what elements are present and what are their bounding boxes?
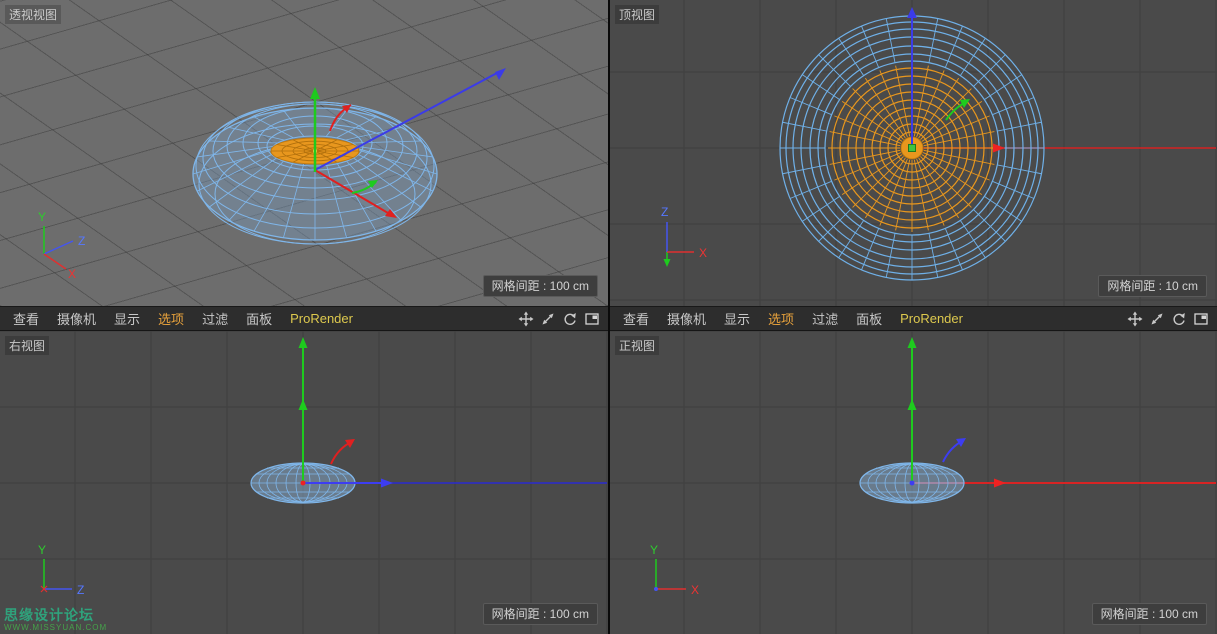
axis-label-x: X: [691, 583, 699, 597]
object-center-handle[interactable]: [910, 481, 915, 486]
zoom-icon[interactable]: [1149, 311, 1165, 327]
viewport-menubar-right: 查看 摄像机 显示 选项 过滤 面板 ProRender: [610, 306, 1217, 331]
menu-item-prorender[interactable]: ProRender: [891, 311, 972, 326]
menu-item-display[interactable]: 显示: [105, 309, 149, 328]
pan-icon[interactable]: [518, 311, 534, 327]
axis-gizmo: Y Z: [38, 543, 84, 597]
menu-item-camera[interactable]: 摄像机: [658, 309, 715, 328]
axis-label-z: Z: [661, 205, 668, 219]
rotate-icon[interactable]: [1171, 311, 1187, 327]
menu-item-options[interactable]: 选项: [759, 309, 803, 328]
grid-spacing-badge: 网格间距 : 100 cm: [483, 603, 598, 625]
viewport-perspective[interactable]: 透视视图 Y Z X: [0, 0, 608, 306]
rotate-icon[interactable]: [562, 311, 578, 327]
viewport-menubar-left: 查看 摄像机 显示 选项 过滤 面板 ProRender: [0, 306, 608, 331]
watermark: 思缘设计论坛 WWW.MISSYUAN.COM: [4, 607, 107, 632]
axis-label-x: X: [68, 267, 76, 281]
front-canvas[interactable]: Y X: [610, 331, 1217, 634]
grid-spacing-badge: 网格间距 : 100 cm: [483, 275, 598, 297]
menu-item-prorender[interactable]: ProRender: [281, 311, 362, 326]
menu-item-view[interactable]: 查看: [614, 309, 658, 328]
menu-item-view[interactable]: 查看: [4, 309, 48, 328]
perspective-canvas[interactable]: Y Z X: [0, 0, 608, 306]
grid-spacing-badge: 网格间距 : 10 cm: [1098, 275, 1207, 297]
axis-label-x: X: [699, 246, 707, 260]
menu-item-filter[interactable]: 过滤: [193, 309, 237, 328]
axis-label-z: Z: [77, 583, 84, 597]
viewport-toggle-icon[interactable]: [1193, 311, 1209, 327]
viewport-top[interactable]: 顶视图 Z X 网格间距 : 10 cm: [610, 0, 1217, 306]
axis-label-y: Y: [650, 543, 658, 557]
axis-label-y: Y: [38, 210, 46, 224]
viewport-toggle-icon[interactable]: [584, 311, 600, 327]
menu-item-display[interactable]: 显示: [715, 309, 759, 328]
menu-item-panel[interactable]: 面板: [237, 309, 281, 328]
viewport-tool-icons: [1127, 311, 1217, 327]
grid-spacing-badge: 网格间距 : 100 cm: [1092, 603, 1207, 625]
axis-label-y: Y: [38, 543, 46, 557]
menu-item-panel[interactable]: 面板: [847, 309, 891, 328]
menu-item-camera[interactable]: 摄像机: [48, 309, 105, 328]
axis-label-z: Z: [78, 234, 85, 248]
viewport-label: 右视图: [5, 336, 49, 355]
menu-item-options[interactable]: 选项: [149, 309, 193, 328]
axis-gizmo: Y Z X: [38, 210, 85, 281]
viewport-label: 正视图: [615, 336, 659, 355]
viewport-tool-icons: [518, 311, 608, 327]
object-center-handle[interactable]: [909, 145, 916, 152]
viewport-label: 顶视图: [615, 5, 659, 24]
viewport-label: 透视视图: [5, 5, 61, 24]
top-canvas[interactable]: Z X: [610, 0, 1217, 306]
x-axis-arrow[interactable]: [994, 479, 1006, 488]
right-canvas[interactable]: Y Z: [0, 331, 608, 634]
axis-gizmo: Y X: [650, 543, 699, 597]
menu-item-filter[interactable]: 过滤: [803, 309, 847, 328]
viewport-front[interactable]: 正视图 Y X 网格间距 : 100 cm: [610, 331, 1217, 634]
viewport-right[interactable]: 右视图 Y Z 思缘设计论坛 WWW.MISSYUAN.CO: [0, 331, 608, 634]
watermark-title: 思缘设计论坛: [4, 607, 107, 623]
watermark-url: WWW.MISSYUAN.COM: [4, 623, 107, 632]
pan-icon[interactable]: [1127, 311, 1143, 327]
object-center-handle[interactable]: [301, 481, 306, 486]
application-window: 透视视图 Y Z X: [0, 0, 1217, 634]
zoom-icon[interactable]: [540, 311, 556, 327]
